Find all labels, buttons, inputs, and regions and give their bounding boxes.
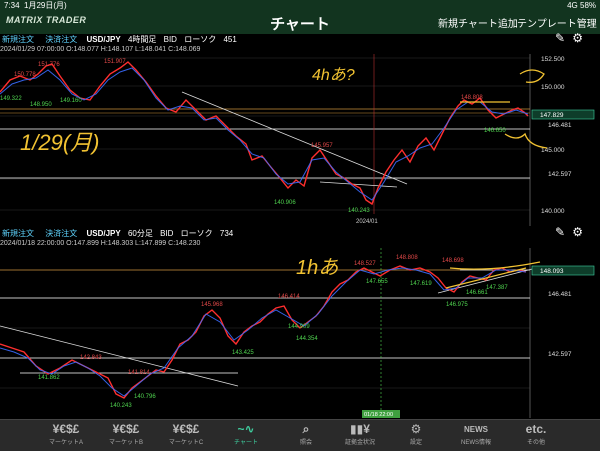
price-annotation: 144.354: [296, 336, 318, 342]
price-annotation: 148.527: [354, 261, 376, 267]
chart2-plot[interactable]: 142.843 141.814 145.968 146.414 148.527 …: [0, 248, 600, 418]
price-annotation: 140.796: [134, 394, 156, 400]
chart2-count: 734: [219, 229, 234, 238]
price-annotation: 148.698: [442, 258, 464, 264]
price-annotation: 145.957: [311, 143, 333, 149]
nav-market-b[interactable]: ¥€$£ マーケットB: [96, 422, 156, 446]
chart2-toolbar: 新規注文 決済注文 USD/JPY 60分足 BID ローソク 734 ✎ ⚙: [0, 226, 600, 239]
gear-icon: ⚙: [410, 422, 422, 436]
pencil-icon[interactable]: ✎: [555, 226, 565, 238]
price-annotation: 147.387: [486, 285, 508, 291]
handwritten-note: 4hあ?: [312, 67, 355, 84]
pencil-icon[interactable]: ✎: [555, 32, 565, 44]
template-manage-button[interactable]: テンプレート管理: [517, 15, 597, 30]
nav-margin-status[interactable]: ▮▮¥ 証拠金状況: [330, 422, 390, 446]
price-annotation: 146.414: [278, 294, 300, 300]
chart1-toolbar: 新規注文 決済注文 USD/JPY 4時間足 BID ローソク 451 ✎ ⚙: [0, 32, 600, 45]
status-date: 1月29日(月): [24, 1, 67, 10]
chart1-plot[interactable]: 151.776 151.907 150.778 145.957 148.808 …: [0, 54, 600, 226]
current-price-label: 147.829: [540, 112, 564, 119]
chart1-ohlc: 2024/01/29 07:00:00 O:148.077 H:148.107 …: [0, 46, 201, 53]
handwritten-note: 1hあ: [296, 257, 338, 279]
price-tick: 140.000: [541, 208, 565, 215]
price-annotation: 143.425: [232, 350, 254, 356]
price-annotation: 148.950: [30, 102, 52, 108]
price-annotation: 142.843: [80, 355, 102, 361]
price-annotation: 141.814: [128, 370, 150, 376]
nav-other[interactable]: etc. その他: [506, 422, 566, 446]
level-label: 146.481: [548, 291, 572, 298]
price-tick: 150.000: [541, 84, 565, 91]
current-price-label: 148.093: [540, 268, 564, 275]
price-annotation: 149.322: [0, 96, 22, 102]
price-annotation: 150.778: [14, 72, 36, 78]
chart2-symbol[interactable]: USD/JPY: [86, 229, 120, 238]
price-annotation: 144.909: [288, 324, 310, 330]
nav-settings[interactable]: ⚙ 設定: [386, 422, 446, 446]
chart1-count: 451: [223, 35, 237, 44]
price-tick: 152.500: [541, 56, 565, 63]
app-header: MATRIX TRADER チャート 新規チャート追加 テンプレート管理: [0, 12, 600, 34]
price-annotation: 146.975: [446, 302, 468, 308]
nav-chart[interactable]: ~∿ チャート: [216, 422, 276, 446]
price-annotation: 141.862: [38, 375, 60, 381]
price-annotation: 140.906: [274, 200, 296, 206]
chart2-style[interactable]: ローソク: [181, 229, 213, 238]
chart1-timeframe[interactable]: 4時間足: [128, 35, 156, 44]
chart1-new-order-button[interactable]: 新規注文: [0, 35, 36, 45]
nav-market-a[interactable]: ¥€$£ マーケットA: [36, 422, 96, 446]
handwritten-note: 1/29(月): [20, 130, 99, 155]
price-annotation: 140.243: [110, 403, 132, 409]
nav-inquiry[interactable]: ⌕ 照会: [276, 422, 336, 446]
price-annotation: 148.808: [461, 95, 483, 101]
price-annotation: 147.655: [366, 279, 388, 285]
margin-icon: ▮▮¥: [350, 422, 370, 436]
chart1-side[interactable]: BID: [164, 35, 177, 44]
status-signal: 4G 58%: [567, 1, 596, 10]
currency-icon: ¥€$£: [112, 422, 140, 436]
currency-icon: ¥€$£: [172, 422, 200, 436]
status-time: 7:34: [4, 1, 20, 10]
price-annotation: 140.243: [348, 208, 370, 214]
price-annotation: 149.160: [60, 98, 82, 104]
news-icon: NEWS: [464, 425, 488, 434]
crosshair-date-label: 01/18 22:00: [364, 412, 393, 418]
nav-market-c[interactable]: ¥€$£ マーケットC: [156, 422, 216, 446]
price-annotation: 148.808: [396, 255, 418, 261]
price-annotation: 147.619: [410, 281, 432, 287]
chart2-side[interactable]: BID: [160, 229, 173, 238]
chart1-style[interactable]: ローソク: [184, 35, 216, 44]
chart-icon: ~∿: [237, 422, 255, 436]
chart2-new-order-button[interactable]: 新規注文: [0, 229, 36, 239]
gear-icon[interactable]: ⚙: [572, 226, 583, 238]
chart2-close-order-button[interactable]: 決済注文: [43, 229, 79, 239]
status-bar: 7:34 1月29日(月) 4G 58%: [0, 0, 600, 12]
nav-news[interactable]: NEWS NEWS情報: [446, 422, 506, 446]
etc-icon: etc.: [525, 422, 547, 436]
level-label: 146.481: [548, 122, 572, 129]
price-annotation: 151.907: [104, 59, 126, 65]
date-axis-label: 2024/01: [356, 219, 378, 225]
chart2-timeframe[interactable]: 60分足: [128, 229, 153, 238]
chart1-symbol[interactable]: USD/JPY: [86, 35, 120, 44]
level-label: 142.597: [548, 171, 572, 178]
price-annotation: 145.968: [201, 302, 223, 308]
level-label: 142.597: [548, 351, 572, 358]
add-chart-button[interactable]: 新規チャート追加: [438, 15, 518, 30]
price-annotation: 146.661: [466, 290, 488, 296]
search-icon: ⌕: [302, 422, 310, 436]
currency-icon: ¥€$£: [52, 422, 80, 436]
gear-icon[interactable]: ⚙: [572, 32, 583, 44]
price-annotation: 151.776: [38, 62, 60, 68]
chart2-ohlc: 2024/01/18 22:00:00 O:147.899 H:148.303 …: [0, 240, 201, 247]
bottom-nav: ¥€$£ マーケットA ¥€$£ マーケットB ¥€$£ マーケットC ~∿ チ…: [0, 419, 600, 451]
price-annotation: 146.650: [484, 128, 506, 134]
chart1-close-order-button[interactable]: 決済注文: [43, 35, 79, 45]
